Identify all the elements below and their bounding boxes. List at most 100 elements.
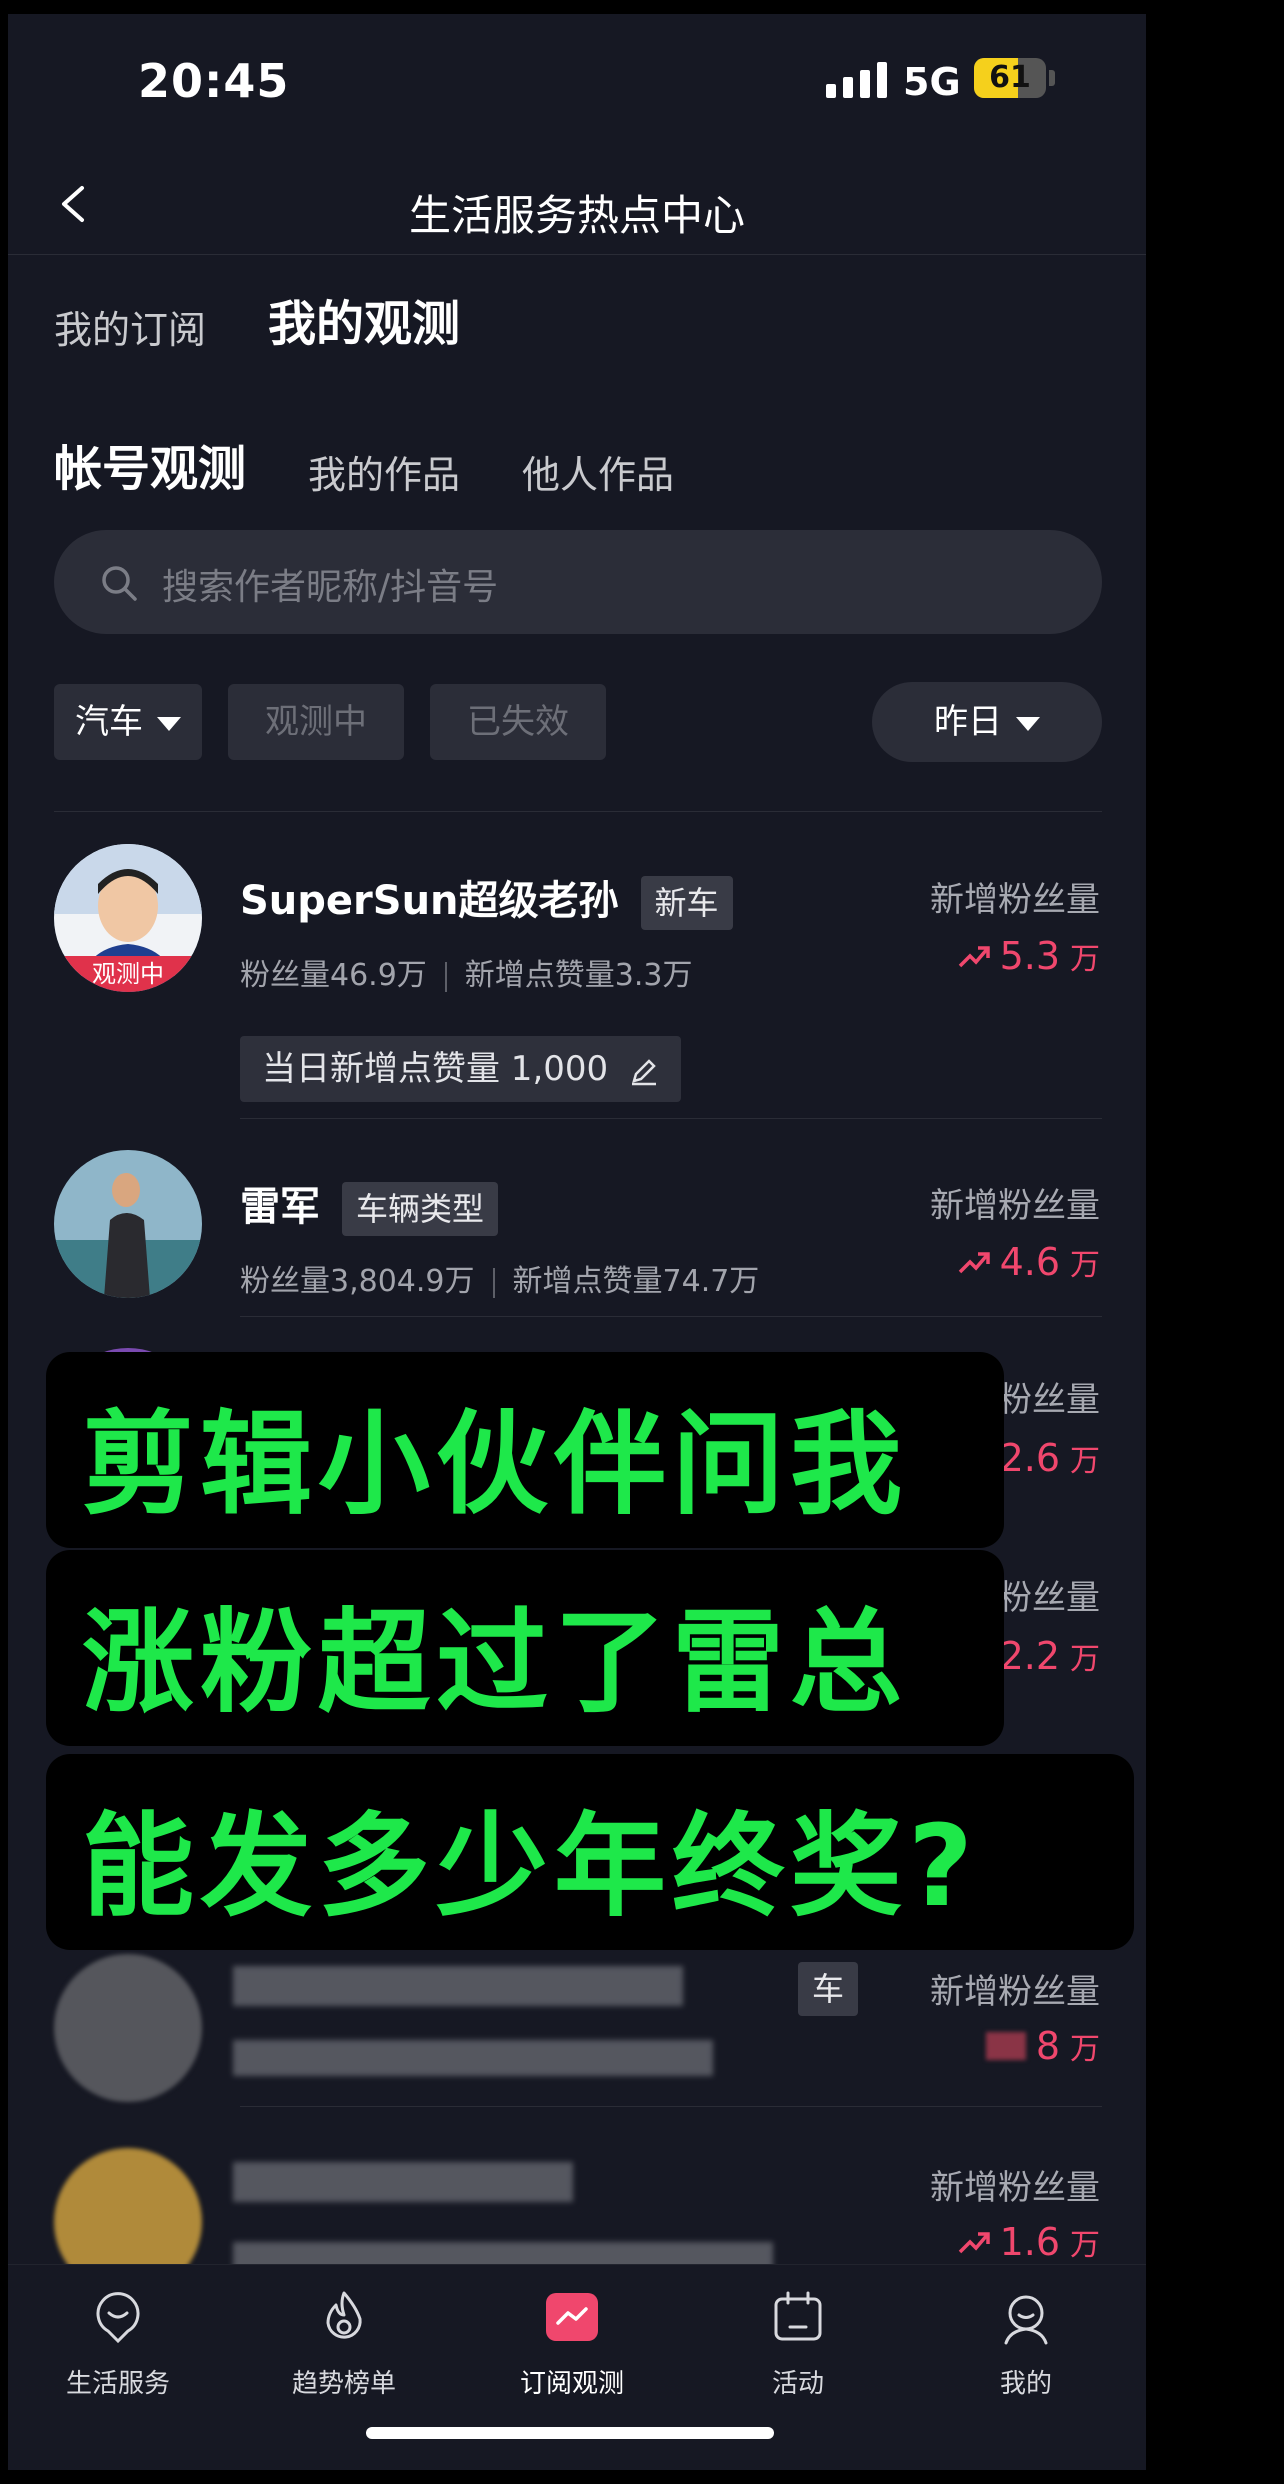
account-name-text: SuperSun超级老孙 [240,878,619,924]
flame-icon [326,2291,362,2339]
metric-number: 5.3 [999,934,1060,978]
metric-label: 新增粉丝量 [930,2168,1100,2208]
metric-number: 8 [1035,2024,1060,2068]
metric-label: 新增粉丝量 [930,880,1100,920]
fans-count: 粉丝量46.9万 [240,958,427,993]
metric-unit: 万 [1070,1248,1100,1283]
observing-filter[interactable]: 观测中 [228,684,404,760]
blurred-name [233,2162,573,2202]
likes-count: 新增点赞量74.7万 [512,1264,760,1299]
account-name: 雷军 车辆类型 [240,1174,499,1236]
metric-value: 8万 [985,2024,1100,2068]
metric-value: 2.6 万 [1000,1436,1100,1480]
filter-bar: 汽车 观测中 已失效 昨日 [54,682,1102,762]
metric-unit: 万 [1070,1642,1100,1677]
page-title: 生活服务热点中心 [408,191,745,240]
metric-number: 4.6 [999,1240,1060,1284]
signal-icon [826,62,887,98]
search-input[interactable]: 搜索作者昵称/抖音号 [54,530,1102,634]
account-name-text: 雷军 [240,1184,320,1230]
metric-unit: 万 [1070,2228,1100,2263]
status-bar: 20:45 5G 61 [8,14,1146,154]
category-tag: 新车 [640,876,733,930]
category-tag: 车 [798,1962,859,2016]
search-placeholder: 搜索作者昵称/抖音号 [162,567,499,608]
avatar [54,1954,202,2102]
tab-subscription-observation[interactable]: 订阅观测 [482,2289,662,2400]
blurred-stats [233,2040,713,2076]
battery-icon: 61 [974,58,1046,98]
trend-up-icon [958,1252,990,1274]
home-indicator[interactable] [366,2427,774,2439]
battery-tip [1049,70,1055,86]
category-filter-label: 汽车 [75,702,143,742]
list-item[interactable]: 观测中 SuperSun超级老孙 新车 粉丝量46.9万 新增点赞量3.3万 新增粉… [8,844,1146,1124]
list-item[interactable]: 雷军 车辆类型 粉丝量3,804.9万 新增点赞量74.7万 新增粉丝量 4.6 万 [8,1150,1146,1330]
metric-value: 1.6 万 [958,2220,1100,2264]
avatar: 观测中 [54,844,202,992]
nav-bar: 生活服务热点中心 [8,154,1146,255]
tab-life-service[interactable]: 生活服务 [28,2289,208,2400]
tab-my-works[interactable]: 我的作品 [308,444,460,499]
date-filter[interactable]: 昨日 [872,682,1102,762]
metric-label: 新增粉丝量 [930,1972,1100,2012]
tab-label: 活动 [771,2369,824,2399]
blurred-trend-icon [985,2032,1026,2060]
metric-label: 粉丝量 [998,1380,1100,1420]
sub-tabs: 帐号观测 我的作品 他人作品 [54,429,674,499]
account-stats: 粉丝量46.9万 新增点赞量3.3万 [240,950,693,994]
chevron-down-icon [157,716,181,731]
metric-unit: 万 [1070,1444,1100,1479]
top-tabs: 我的订阅 我的观测 [54,284,460,354]
metric-number: 2.6 [999,1436,1060,1480]
metric-unit: 万 [1070,2032,1100,2067]
tab-others-works[interactable]: 他人作品 [522,444,674,499]
chevron-down-icon [1016,716,1040,731]
trend-up-icon [958,2232,990,2254]
blurred-stats [233,2242,773,2264]
tab-my-subscription[interactable]: 我的订阅 [54,299,206,354]
list-item[interactable]: 车 新增粉丝量 8万 [8,1944,1146,2124]
caption-line-2: 涨粉超过了雷总 [46,1550,1004,1746]
tab-activity[interactable]: 活动 [708,2289,888,2400]
tab-label: 趋势榜单 [291,2369,396,2399]
avatar [54,1150,202,1298]
battery-level: 61 [989,60,1031,95]
app-screen: 20:45 5G 61 生活服务热点中心 我的订阅 我的观测 帐号观测 我的作品… [8,14,1146,2470]
tab-my-observation[interactable]: 我的观测 [268,284,460,354]
metric-label: 粉丝量 [998,1578,1100,1618]
edit-icon [631,1058,656,1085]
account-name: SuperSun超级老孙 新车 [240,868,733,930]
tab-trend-ranking[interactable]: 趋势榜单 [254,2289,434,2400]
metric-unit: 万 [1070,942,1100,977]
divider [240,1118,1102,1119]
divider [240,1316,1102,1317]
search-icon [102,566,137,601]
smile-pin-icon [96,2292,140,2344]
account-stats: 粉丝量3,804.9万 新增点赞量74.7万 [240,1256,759,1300]
expired-filter[interactable]: 已失效 [430,684,606,760]
tab-label: 我的 [999,2369,1052,2399]
avatar-image [54,1150,202,1298]
caption-text: 能发多少年终奖? [82,1802,979,1932]
metric-number: 2.2 [999,1634,1060,1678]
metric-value: 4.6 万 [958,1240,1100,1284]
tab-profile[interactable]: 我的 [936,2289,1116,2400]
tab-label: 生活服务 [65,2369,170,2399]
list-item[interactable]: 新增粉丝量 1.6 万 [8,2134,1146,2264]
blurred-name [233,1966,683,2006]
bottom-tab-bar: 生活服务 趋势榜单 订阅观测 活动 我的 [8,2264,1146,2470]
observing-badge: 观测中 [92,960,164,988]
metric-number: 1.6 [999,2220,1060,2264]
user-icon [1004,2295,1048,2345]
daily-like-setting[interactable]: 当日新增点赞量 1,000 [240,1036,681,1102]
status-time: 20:45 [138,54,290,108]
divider [54,811,1102,812]
divider [240,2106,1102,2107]
network-type: 5G [903,60,961,104]
tab-account-observation[interactable]: 帐号观测 [54,429,246,499]
category-filter[interactable]: 汽车 [54,684,202,760]
avatar [54,2148,202,2264]
calendar-icon [774,2291,822,2341]
trend-up-icon [958,946,990,968]
